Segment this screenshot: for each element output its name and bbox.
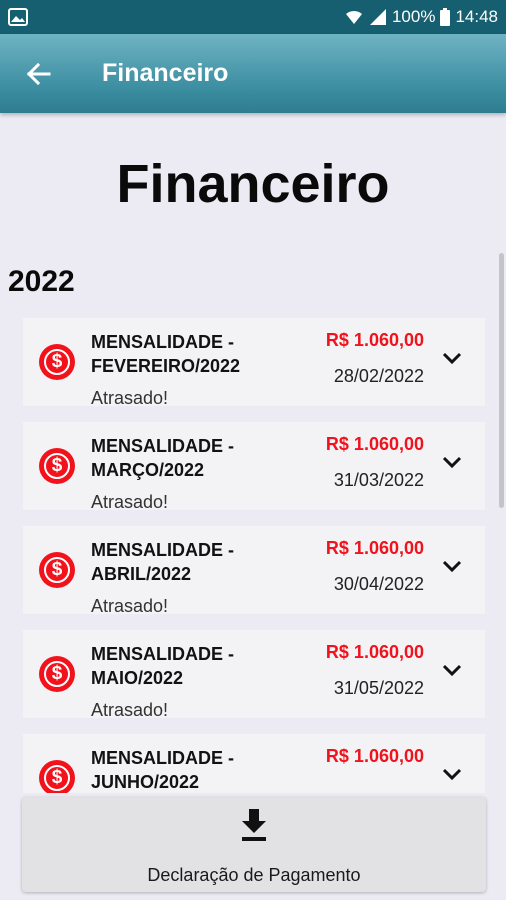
dollar-coin-icon: $ — [39, 656, 75, 692]
payment-amount: R$ 1.060,00 — [325, 330, 424, 350]
payment-title: MENSALIDADE - MAIO/2022 — [91, 644, 234, 688]
app-bar: Financeiro — [0, 34, 506, 113]
payment-title: MENSALIDADE - ABRIL/2022 — [91, 540, 234, 584]
payment-title: MENSALIDADE - FEVEREIRO/2022 — [91, 332, 241, 376]
back-button[interactable] — [18, 54, 58, 94]
payment-card[interactable]: $ MENSALIDADE - MARÇO/2022 R$ 1.060,00 3… — [23, 422, 485, 512]
payment-due-date: 30/04/2022 — [333, 574, 424, 594]
payment-amount: R$ 1.060,00 — [325, 434, 424, 454]
payment-due-date: 31/03/2022 — [333, 470, 424, 490]
payment-status: Atrasado! — [91, 492, 169, 512]
dollar-coin-icon: $ — [39, 760, 75, 793]
wifi-icon — [345, 10, 362, 24]
chevron-down-icon[interactable] — [441, 662, 463, 678]
payment-status: Atrasado! — [91, 700, 169, 720]
chevron-down-icon[interactable] — [441, 454, 463, 470]
status-bar: 100% 14:48 — [0, 0, 506, 34]
dollar-coin-icon: $ — [39, 344, 75, 380]
dollar-coin-icon: $ — [39, 552, 75, 588]
chevron-down-icon[interactable] — [441, 766, 463, 782]
payment-title: MENSALIDADE - JUNHO/2022 — [91, 748, 234, 792]
battery-icon — [440, 8, 451, 26]
download-icon — [242, 809, 266, 841]
chevron-down-icon[interactable] — [441, 558, 463, 574]
payment-amount: R$ 1.060,00 — [325, 538, 424, 558]
financial-list[interactable]: Financeiro 2022 $ MENSALIDADE - FEVEREIR… — [0, 113, 506, 793]
payment-status: Atrasado! — [91, 388, 169, 408]
payment-declaration-label: Declaração de Pagamento — [147, 865, 361, 885]
payment-amount: R$ 1.060,00 — [325, 642, 424, 662]
chevron-down-icon[interactable] — [441, 350, 463, 366]
gallery-icon — [8, 8, 28, 26]
payment-status: Atrasado! — [91, 596, 169, 616]
payment-title: MENSALIDADE - MARÇO/2022 — [91, 436, 234, 480]
app-bar-title: Financeiro — [102, 59, 229, 87]
battery-percent: 100% — [391, 7, 436, 26]
signal-icon — [369, 9, 386, 25]
payment-card[interactable]: $ MENSALIDADE - FEVEREIRO/2022 R$ 1.060,… — [23, 318, 485, 408]
payment-card[interactable]: $ MENSALIDADE - ABRIL/2022 R$ 1.060,00 3… — [23, 526, 485, 616]
payment-declaration-button[interactable]: Declaração de Pagamento — [22, 797, 486, 892]
year-header: 2022 — [8, 265, 75, 298]
payment-due-date: 31/05/2022 — [333, 678, 424, 698]
payment-due-date: 28/02/2022 — [333, 366, 424, 386]
payment-amount: R$ 1.060,00 — [325, 746, 424, 766]
scrollbar[interactable] — [499, 253, 504, 508]
arrow-left-icon — [26, 62, 51, 85]
page-title: Financeiro — [116, 154, 390, 214]
payment-card[interactable]: $ MENSALIDADE - JUNHO/2022 R$ 1.060,00 — [23, 734, 485, 793]
clock: 14:48 — [455, 7, 498, 26]
dollar-coin-icon: $ — [39, 448, 75, 484]
payment-card[interactable]: $ MENSALIDADE - MAIO/2022 R$ 1.060,00 31… — [23, 630, 485, 720]
